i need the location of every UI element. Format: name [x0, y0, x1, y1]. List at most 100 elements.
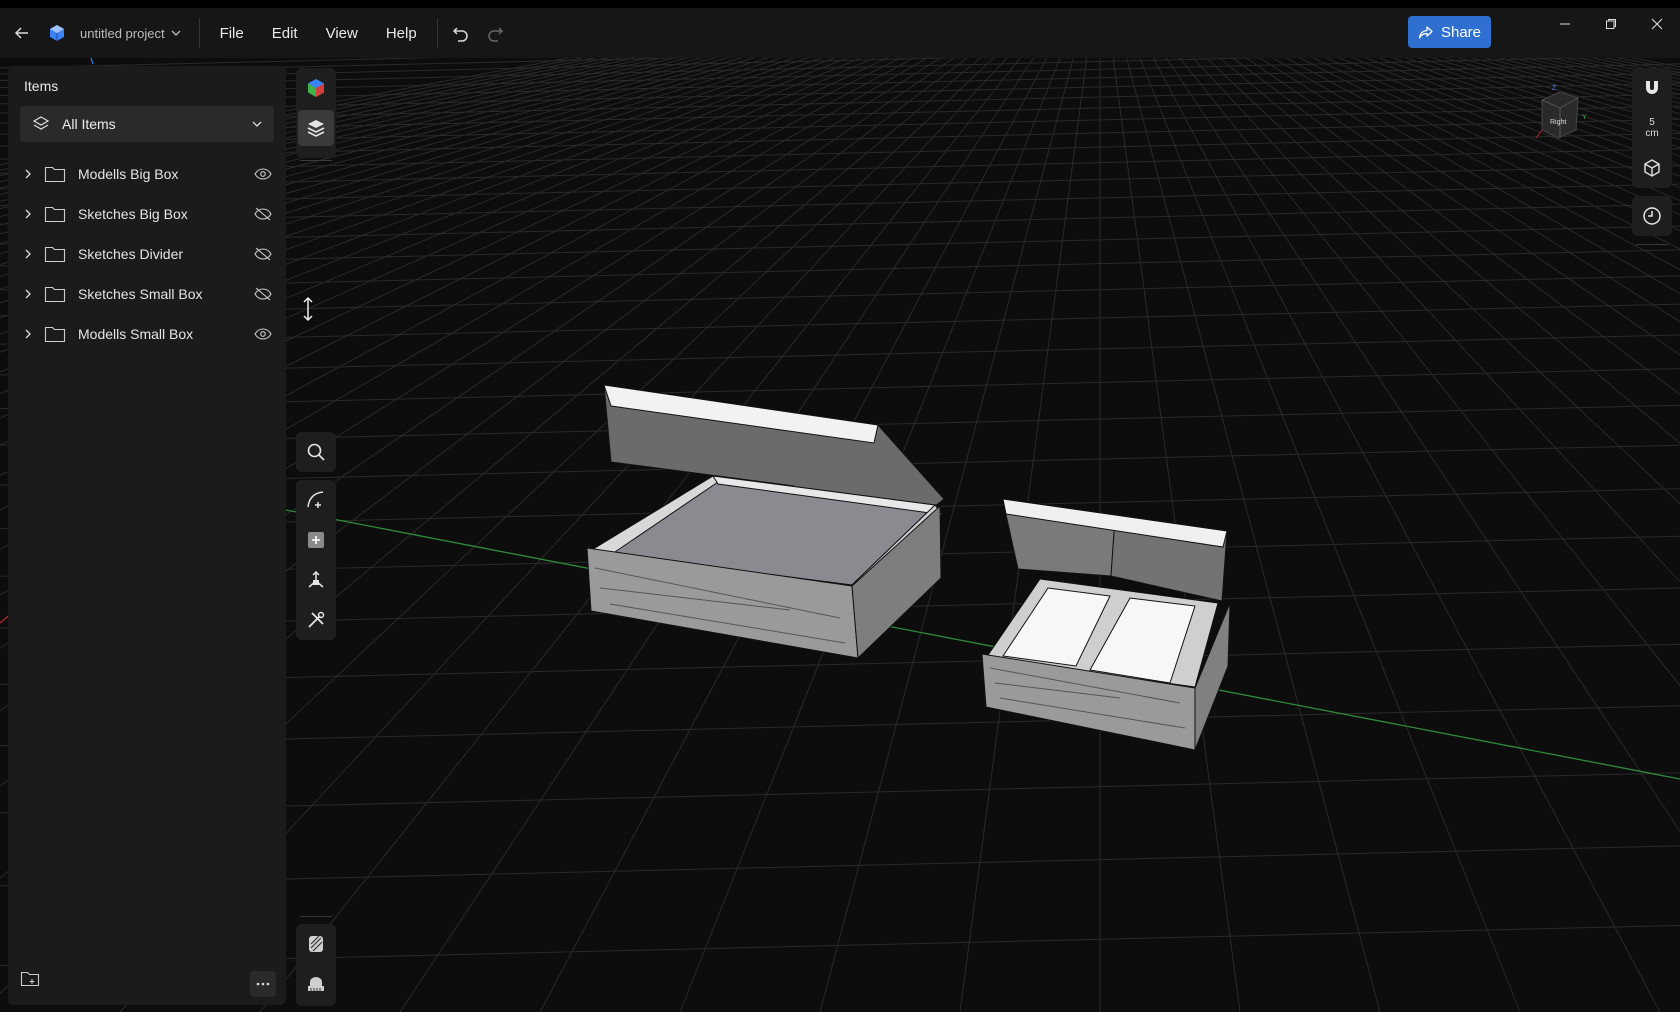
- svg-text:Right: Right: [1550, 119, 1566, 126]
- materials-button[interactable]: [298, 926, 334, 962]
- tools-button[interactable]: [298, 602, 334, 638]
- svg-text:Z: Z: [1552, 85, 1557, 92]
- app-window: untitled project File Edit View Help Sha…: [0, 0, 1680, 1012]
- restore-button[interactable]: [1588, 8, 1634, 40]
- history-group: [1632, 196, 1672, 236]
- chevron-right-icon[interactable]: [18, 289, 38, 299]
- snap-magnet-icon: [1646, 81, 1658, 94]
- sketch-icon: [307, 491, 324, 508]
- project-name: untitled project: [80, 25, 165, 41]
- small-box-model: [981, 498, 1231, 751]
- eye-off-icon[interactable]: [254, 287, 272, 301]
- sketch-button[interactable]: [298, 482, 334, 518]
- undo-button[interactable]: [444, 8, 478, 58]
- right-toolbar: 5 cm: [1632, 68, 1672, 188]
- svg-text:Y: Y: [1582, 114, 1587, 121]
- materials-icon: [309, 935, 323, 952]
- redo-icon: [488, 27, 503, 42]
- grid-value: 5: [1649, 117, 1655, 128]
- measure-button[interactable]: [298, 966, 334, 1002]
- chevron-right-icon[interactable]: [18, 249, 38, 259]
- tree-item-sketches-big-box[interactable]: Sketches Big Box: [8, 194, 286, 234]
- search-tool-group: [296, 432, 336, 472]
- chevron-right-icon[interactable]: [18, 329, 38, 339]
- app-logo-icon: [50, 25, 64, 41]
- new-folder-button[interactable]: [20, 970, 40, 993]
- window-top-strip: [0, 0, 1680, 8]
- chevron-down-icon: [252, 121, 262, 127]
- tree-item-modells-small-box[interactable]: Modells Small Box: [8, 314, 286, 354]
- menu-help[interactable]: Help: [372, 8, 431, 58]
- grid-unit-button[interactable]: 5 cm: [1634, 110, 1670, 146]
- minimize-icon: [1560, 23, 1570, 25]
- more-options-button[interactable]: [250, 971, 276, 997]
- chevron-right-icon[interactable]: [18, 209, 38, 219]
- tools-icon: [308, 611, 325, 628]
- minimize-button[interactable]: [1542, 8, 1588, 40]
- eye-icon[interactable]: [254, 328, 272, 340]
- eye-off-icon[interactable]: [254, 247, 272, 261]
- new-folder-icon: [20, 971, 40, 987]
- tree-item-label: Sketches Divider: [78, 246, 184, 262]
- divider: [1636, 244, 1668, 245]
- folder-icon: [44, 285, 72, 303]
- tree-item-label: Modells Big Box: [78, 166, 179, 182]
- snap-button[interactable]: [1634, 70, 1670, 106]
- layers-button[interactable]: [298, 110, 334, 146]
- transform-button[interactable]: [298, 562, 334, 598]
- close-icon: [1651, 18, 1663, 30]
- measure-icon: [308, 977, 324, 991]
- eye-off-icon[interactable]: [254, 207, 272, 221]
- tree-item-sketches-small-box[interactable]: Sketches Small Box: [8, 274, 286, 314]
- redo-button[interactable]: [478, 8, 512, 58]
- divider: [436, 18, 438, 48]
- render-icon: [308, 79, 324, 97]
- items-filter-dropdown[interactable]: All Items: [20, 106, 274, 142]
- tree-item-sketches-divider[interactable]: Sketches Divider: [8, 234, 286, 274]
- tree-item-modells-big-box[interactable]: Modells Big Box: [8, 154, 286, 194]
- arrow-left-icon: [14, 27, 28, 39]
- render-button[interactable]: [298, 70, 334, 106]
- view-tools-group: [296, 68, 336, 158]
- undo-icon: [452, 27, 468, 42]
- folder-icon: [44, 205, 72, 223]
- grid-unit-icon: 5 cm: [1645, 117, 1658, 139]
- view-mode-button[interactable]: [1634, 150, 1670, 186]
- project-dropdown[interactable]: untitled project: [72, 8, 193, 58]
- axis-blue-line: [90, 58, 94, 65]
- menu-edit[interactable]: Edit: [258, 8, 312, 58]
- folder-icon: [44, 325, 72, 343]
- chevron-right-icon[interactable]: [18, 169, 38, 179]
- divider: [198, 18, 200, 48]
- panel-title: Items: [24, 78, 59, 94]
- history-button[interactable]: [1634, 198, 1670, 234]
- history-icon: [1643, 207, 1661, 225]
- app-logo: [42, 8, 72, 58]
- eye-icon[interactable]: [254, 168, 272, 180]
- search-icon: [307, 443, 325, 461]
- menu-view[interactable]: View: [312, 8, 372, 58]
- search-button[interactable]: [298, 434, 334, 470]
- share-icon: [1418, 25, 1433, 39]
- restore-icon: [1606, 19, 1616, 29]
- transform-icon: [308, 570, 324, 588]
- layers-icon: [307, 120, 325, 137]
- add-primitive-button[interactable]: [298, 522, 334, 558]
- tree-item-label: Modells Small Box: [78, 326, 194, 342]
- close-button[interactable]: [1634, 8, 1680, 40]
- back-button[interactable]: [2, 8, 42, 58]
- bottom-tools-group: [296, 924, 336, 1006]
- menu-file[interactable]: File: [206, 8, 258, 58]
- resize-handle[interactable]: [300, 296, 316, 327]
- add-primitive-icon: [308, 532, 324, 548]
- vertical-resize-icon: [303, 296, 313, 322]
- folder-icon: [44, 245, 72, 263]
- axis-x-line: [285, 509, 1680, 780]
- items-tree: Modells Big Box Sketches Big Box Sketche…: [8, 154, 286, 354]
- grid-unit: cm: [1645, 128, 1659, 139]
- filter-value: All Items: [62, 116, 116, 132]
- items-panel: Items All Items Modells Big Box Sketches…: [8, 66, 286, 1005]
- share-button[interactable]: Share: [1408, 16, 1491, 48]
- chevron-down-icon: [171, 30, 181, 36]
- tree-item-label: Sketches Small Box: [78, 286, 203, 302]
